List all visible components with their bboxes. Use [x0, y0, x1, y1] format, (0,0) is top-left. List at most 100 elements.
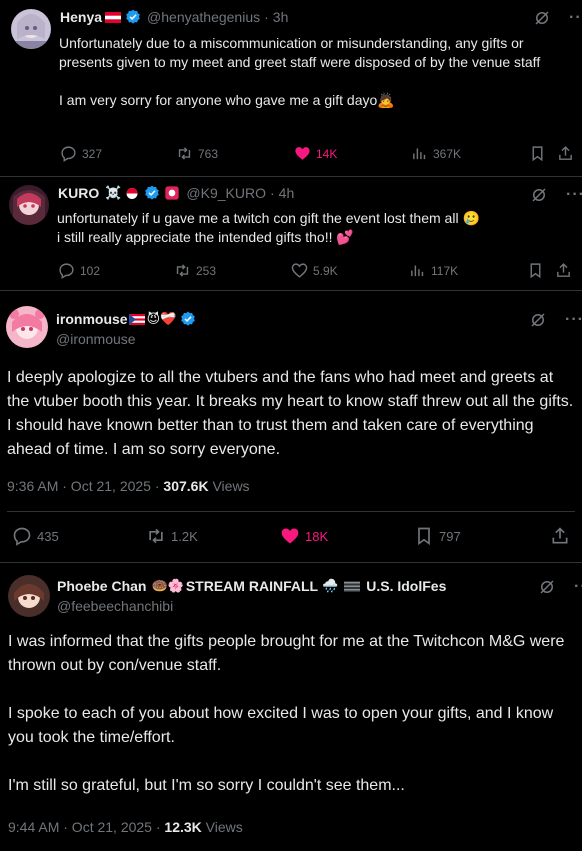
devil-heart-icons: 😈❤️‍🩹 — [146, 311, 177, 326]
more-options-icon[interactable]: ··· — [574, 578, 582, 596]
post-timestamp[interactable]: 9:44 AM · Oct 21, 2025 · — [8, 819, 161, 835]
like-count: 18K — [305, 528, 329, 544]
separator-dot: · — [270, 185, 275, 201]
author-handle[interactable]: @ironmouse — [56, 331, 136, 347]
more-options-icon[interactable]: ··· — [569, 9, 582, 27]
view-count: 367K — [433, 146, 462, 161]
bookmark-button[interactable]: 797 — [414, 526, 461, 546]
post-text: unfortunately if u gave me a twitch con … — [57, 210, 480, 245]
us-flag-icon — [344, 580, 361, 592]
austria-flag-icon — [105, 11, 122, 23]
like-button[interactable]: 14K — [294, 145, 337, 162]
post-kuro[interactable]: KURO ☠️ @K9_KURO · 4h ··· unfortunately … — [0, 177, 582, 288]
reply-button[interactable]: 102 — [58, 262, 100, 279]
reply-icon — [61, 146, 76, 162]
post-phoebe[interactable]: Phoebe Chan 🍩🌸 STREAM RAINFALL 🌧️ U.S. I… — [0, 563, 582, 851]
repost-icon — [178, 147, 191, 160]
affiliate-badge-icon — [165, 186, 180, 200]
views-label: Views — [205, 819, 243, 835]
heart-flag-icon — [126, 187, 138, 199]
post-time[interactable]: 4h — [279, 185, 295, 201]
heart-outline-icon — [291, 263, 308, 278]
views-button[interactable]: 117K — [409, 262, 458, 279]
views-button[interactable]: 367K — [411, 145, 461, 162]
post-ironmouse[interactable]: ironmouse 😈❤️‍🩹 @ironmouse ··· I deeply … — [0, 291, 582, 562]
post-meta: 9:44 AM · Oct 21, 2025 · 12.3K Views — [8, 819, 243, 835]
avatar[interactable] — [11, 9, 51, 49]
post-henya[interactable]: Henya @henyathegenius · 3h ··· Unfortuna… — [0, 0, 582, 176]
verified-badge-icon — [145, 185, 160, 200]
repost-icon — [149, 528, 163, 544]
author-name[interactable]: Phoebe Chan — [57, 578, 146, 594]
share-icon — [552, 527, 568, 544]
reply-count: 327 — [82, 146, 103, 161]
author-handle[interactable]: @henyathegenius — [147, 9, 260, 25]
repost-count: 253 — [196, 263, 217, 278]
avatar[interactable] — [9, 185, 49, 225]
views-count: 307.6K — [163, 478, 209, 494]
grok-icon[interactable] — [533, 9, 551, 27]
heart-filled-icon — [295, 147, 310, 160]
author-name-stream[interactable]: STREAM RAINFALL — [186, 578, 318, 594]
views-count: 12.3K — [164, 819, 202, 835]
reply-count: 102 — [80, 263, 101, 278]
reply-icon — [59, 263, 74, 279]
like-button[interactable]: 18K — [280, 526, 328, 546]
repost-button[interactable]: 253 — [174, 262, 216, 279]
author-handle[interactable]: @K9_KURO — [186, 185, 266, 201]
heart-filled-icon — [281, 528, 299, 544]
bookmark-icon — [530, 263, 541, 279]
reply-button[interactable]: 327 — [60, 145, 102, 162]
share-button[interactable] — [557, 145, 574, 162]
views-icon — [413, 148, 426, 160]
avatar[interactable] — [6, 306, 48, 348]
avatar[interactable] — [8, 575, 50, 617]
share-icon — [559, 146, 572, 160]
share-button[interactable] — [550, 526, 570, 546]
share-icon — [557, 263, 570, 277]
reply-icon — [13, 527, 31, 546]
repost-count: 763 — [198, 146, 219, 161]
grok-icon[interactable] — [538, 578, 556, 596]
verified-badge-icon — [181, 311, 196, 326]
like-count: 5.9K — [313, 263, 338, 278]
post-text: Unfortunately due to a miscommunication … — [59, 35, 541, 108]
post-text: I was informed that the gifts people bro… — [8, 633, 565, 794]
more-options-icon[interactable]: ··· — [566, 186, 582, 204]
post-text: I deeply apologize to all the vtubers an… — [7, 369, 578, 458]
reply-count: 435 — [37, 528, 59, 544]
bookmark-icon — [418, 527, 430, 546]
repost-icon — [176, 264, 189, 277]
skull-icon: ☠️ — [105, 185, 122, 200]
post-meta: 9:36 AM · Oct 21, 2025 · 307.6K Views — [7, 478, 250, 494]
repost-button[interactable]: 1.2K — [146, 526, 198, 546]
author-handle[interactable]: @feebeechanchibi — [57, 598, 173, 614]
post-timestamp[interactable]: 9:36 AM · Oct 21, 2025 · — [7, 478, 160, 494]
verified-badge-icon — [126, 9, 140, 24]
author-name[interactable]: Henya — [60, 9, 102, 25]
grok-icon[interactable] — [529, 311, 547, 329]
views-label: Views — [212, 478, 250, 494]
bookmark-button[interactable] — [529, 145, 546, 162]
post-time[interactable]: 3h — [273, 9, 289, 25]
bee-flower-icons: 🍩🌸 — [151, 578, 184, 593]
like-button[interactable]: 5.9K — [291, 262, 338, 279]
rain-cloud-icon: 🌧️ — [322, 578, 339, 593]
puerto-rico-flag-icon — [128, 313, 145, 325]
views-icon — [411, 265, 424, 277]
more-options-icon[interactable]: ··· — [565, 311, 582, 329]
separator-dot: · — [264, 9, 269, 25]
view-count: 117K — [431, 263, 459, 278]
author-name[interactable]: KURO — [58, 185, 99, 201]
author-name[interactable]: ironmouse — [56, 311, 128, 327]
bookmark-count: 797 — [439, 528, 461, 544]
author-name-tail[interactable]: U.S. IdolFes — [366, 578, 446, 594]
divider — [7, 511, 575, 512]
like-count: 14K — [316, 146, 338, 161]
share-button[interactable] — [555, 262, 572, 279]
repost-button[interactable]: 763 — [176, 145, 218, 162]
repost-count: 1.2K — [171, 528, 198, 544]
grok-icon[interactable] — [530, 186, 548, 204]
reply-button[interactable]: 435 — [12, 526, 59, 546]
bookmark-button[interactable] — [527, 262, 544, 279]
